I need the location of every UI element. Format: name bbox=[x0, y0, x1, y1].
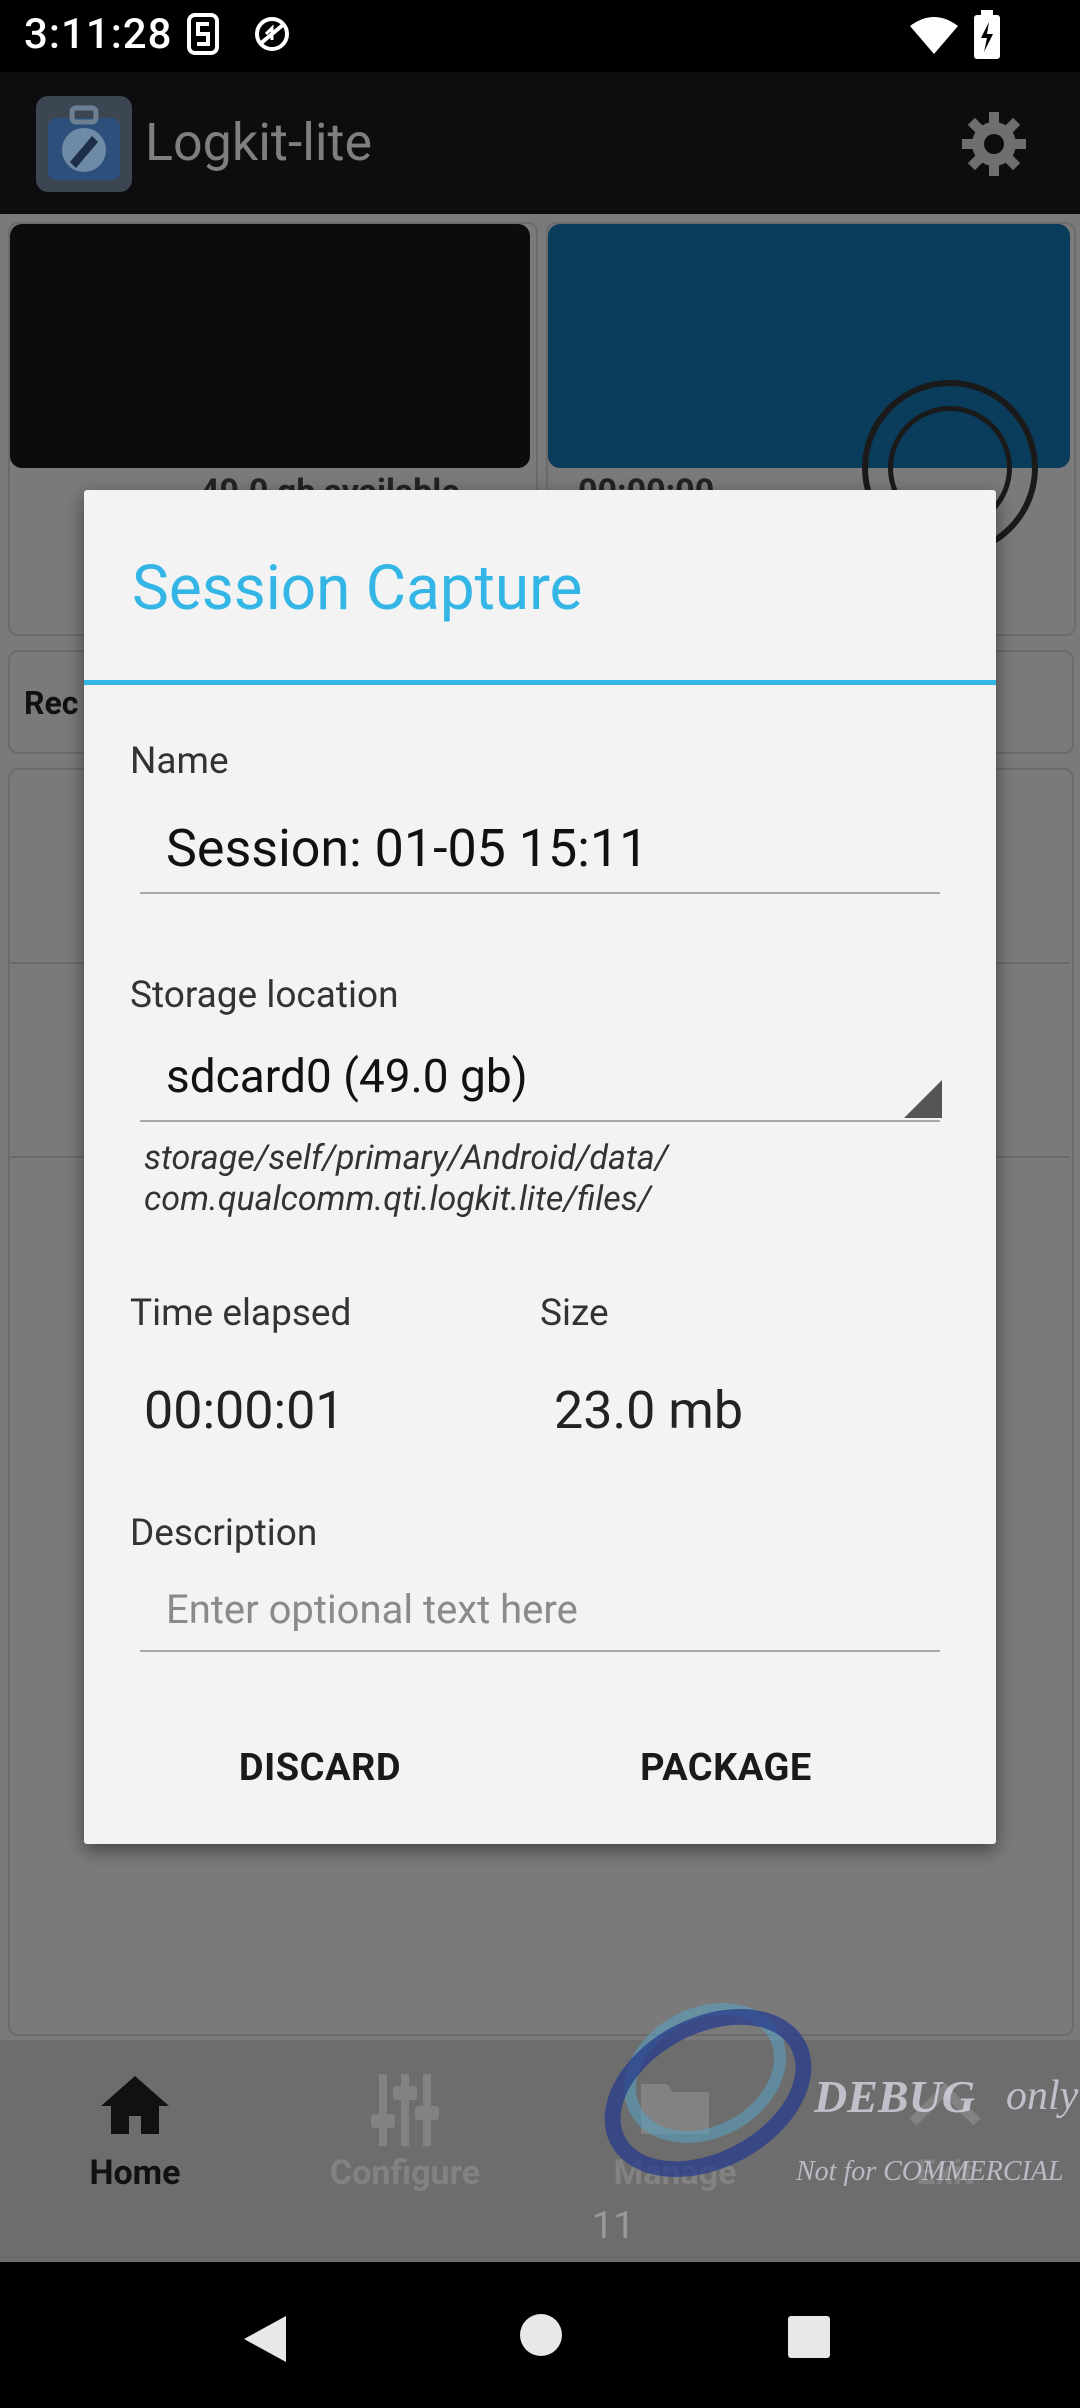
page-number: 11 bbox=[592, 2204, 635, 2248]
nav-item-configure[interactable]: Configure bbox=[270, 2070, 540, 2193]
back-icon[interactable] bbox=[240, 2312, 290, 2366]
recent-section-label: Rec bbox=[24, 684, 79, 722]
storage-location-label: Storage location bbox=[130, 974, 399, 1017]
watermark-subtitle: Not for COMMERCIAL bbox=[796, 2156, 1064, 2187]
status-time: 3:11:28 bbox=[24, 10, 173, 59]
notification-s-icon bbox=[187, 13, 219, 55]
storage-underline bbox=[140, 1120, 940, 1122]
sliders-icon bbox=[371, 2074, 439, 2146]
recents-icon[interactable] bbox=[786, 2314, 832, 2360]
settings-button[interactable] bbox=[958, 108, 1030, 180]
gear-icon bbox=[962, 112, 1026, 176]
title-divider bbox=[84, 680, 996, 685]
svg-text:5: 5 bbox=[942, 41, 951, 56]
battery-charging-icon bbox=[974, 10, 1000, 59]
discard-button[interactable]: DISCARD bbox=[200, 1728, 440, 1808]
app-logo bbox=[36, 96, 132, 192]
status-bar: 3:11:28 5 bbox=[0, 0, 1080, 72]
size-label: Size bbox=[540, 1292, 609, 1335]
storage-path: storage/self/primary/Android/data/ com.q… bbox=[144, 1138, 668, 1220]
time-elapsed-value: 00:00:01 bbox=[144, 1380, 345, 1441]
wifi-icon: 5 bbox=[910, 17, 958, 56]
watermark-title: DEBUG bbox=[814, 2071, 976, 2122]
app-title: Logkit-lite bbox=[145, 112, 373, 173]
name-underline bbox=[140, 892, 940, 894]
home-icon bbox=[101, 2076, 169, 2134]
package-button[interactable]: PACKAGE bbox=[596, 1728, 856, 1808]
nav-label-home: Home bbox=[89, 2153, 181, 2193]
time-elapsed-label: Time elapsed bbox=[130, 1292, 352, 1335]
name-label: Name bbox=[130, 740, 229, 783]
storage-path-line-2: com.qualcomm.qti.logkit.lite/files/ bbox=[144, 1179, 652, 1219]
description-underline bbox=[140, 1650, 940, 1652]
watermark-suffix: only bbox=[1006, 2073, 1079, 2119]
nav-label-configure: Configure bbox=[329, 2153, 481, 2193]
name-input-value[interactable]: Session: 01-05 15:11 bbox=[166, 818, 648, 879]
nav-item-home[interactable]: Home bbox=[0, 2070, 270, 2193]
storage-location-value[interactable]: sdcard0 (49.0 gb) bbox=[166, 1050, 528, 1104]
dropdown-arrow-icon[interactable] bbox=[904, 1080, 942, 1118]
no-sync-icon bbox=[255, 17, 289, 51]
size-value: 23.0 mb bbox=[554, 1380, 744, 1441]
home-circle-icon[interactable] bbox=[518, 2312, 564, 2358]
storage-path-line-1: storage/self/primary/Android/data/ bbox=[144, 1138, 669, 1178]
dialog-title: Session Capture bbox=[132, 552, 583, 625]
description-placeholder[interactable]: Enter optional text here bbox=[166, 1586, 578, 1633]
toolkit-logo-icon bbox=[48, 105, 120, 180]
system-navigation-bar bbox=[0, 2262, 1080, 2408]
session-capture-dialog: Session Capture Name Session: 01-05 15:1… bbox=[84, 490, 996, 1844]
storage-panel bbox=[10, 224, 530, 468]
description-label: Description bbox=[130, 1512, 318, 1555]
